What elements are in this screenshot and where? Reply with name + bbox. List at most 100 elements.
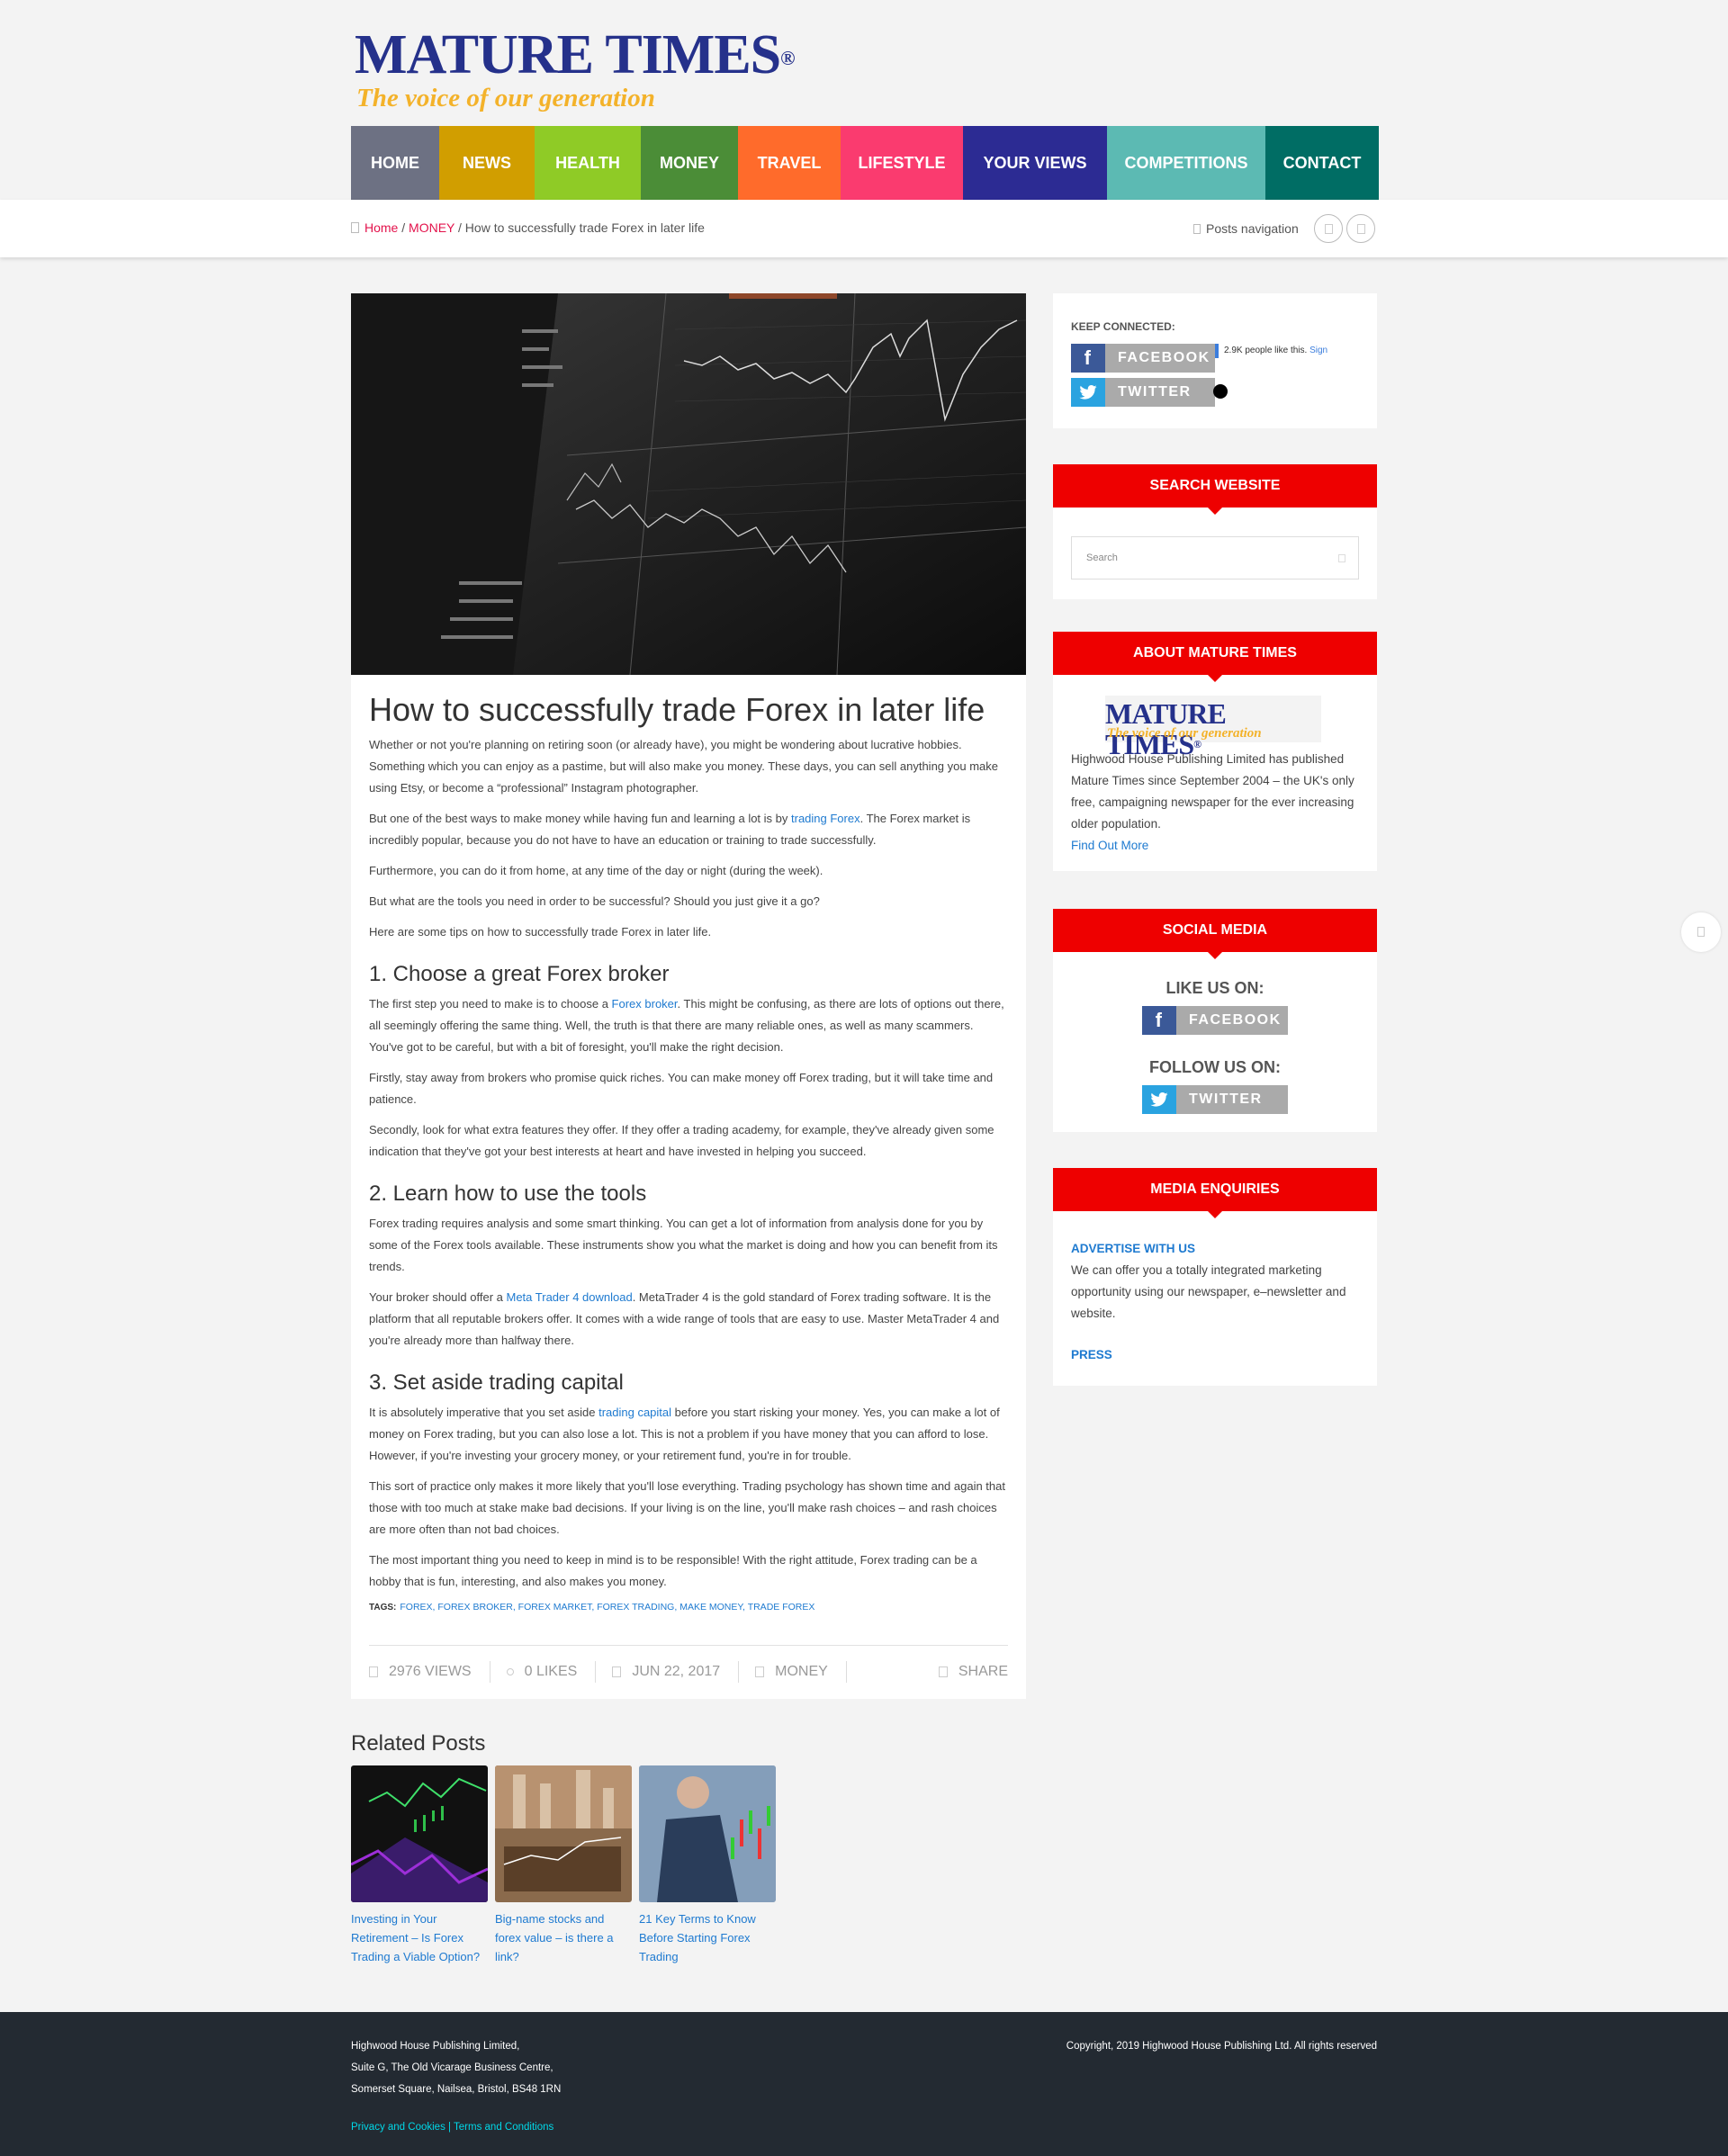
article-paragraph: Firstly, stay away from brokers who prom… — [369, 1071, 994, 1106]
facebook-like-bar — [1215, 344, 1219, 358]
media-enquiries-widget: MEDIA ENQUIRIES ADVERTISE WITH US We can… — [1053, 1168, 1377, 1386]
breadcrumb-separator: / — [401, 220, 406, 235]
find-out-more-link[interactable]: Find Out More — [1071, 839, 1148, 852]
facebook-connect-button[interactable]: f FACEBOOK — [1071, 344, 1215, 373]
related-post-thumbnail[interactable] — [495, 1765, 632, 1902]
calendar-icon — [612, 1666, 622, 1677]
trading-forex-link[interactable]: trading Forex — [791, 812, 860, 825]
tag-link[interactable]: FOREX TRADING — [597, 1602, 674, 1613]
search-input[interactable]: Search — [1071, 536, 1359, 579]
facebook-signup-link[interactable]: Sign — [1310, 346, 1328, 355]
terms-conditions-link[interactable]: Terms and Conditions — [454, 2122, 554, 2133]
advertise-with-us-link[interactable]: ADVERTISE WITH US — [1071, 1242, 1195, 1255]
media-enquiries-text: We can offer you a totally integrated ma… — [1071, 1263, 1346, 1320]
nav-health[interactable]: HEALTH — [535, 126, 641, 200]
forex-broker-link[interactable]: Forex broker — [612, 997, 678, 1011]
breadcrumb-home-link[interactable]: Home — [364, 220, 398, 235]
site-header: MATURE TIMES® The voice of our generatio… — [0, 0, 1728, 200]
twitter-follow-widget[interactable] — [1213, 384, 1228, 399]
previous-post-button[interactable] — [1314, 214, 1343, 243]
search-widget-title: SEARCH WEBSITE — [1053, 464, 1377, 515]
breadcrumb-bar: Home / MONEY / How to successfully trade… — [0, 200, 1728, 257]
floating-side-button[interactable] — [1681, 912, 1721, 952]
tag-link[interactable]: FOREX MARKET — [518, 1602, 592, 1613]
trading-capital-link[interactable]: trading capital — [598, 1406, 671, 1419]
article-title: How to successfully trade Forex in later… — [369, 691, 986, 728]
tag-link[interactable]: FOREX BROKER — [437, 1602, 512, 1613]
nav-home[interactable]: HOME — [351, 126, 439, 200]
posts-navigation-label: Posts navigation — [1206, 221, 1299, 236]
post-date: JUN 22, 2017 — [612, 1660, 740, 1683]
arrow-right-icon — [1357, 224, 1365, 234]
facebook-icon: f — [1142, 1006, 1176, 1035]
article-paragraph: Your broker should offer a Meta Trader 4… — [369, 1290, 1000, 1347]
article-paragraph: The most important thing you need to kee… — [369, 1553, 977, 1588]
related-post[interactable]: Big-name stocks and forex value – is the… — [495, 1765, 632, 1966]
related-post[interactable]: 21 Key Terms to Know Before Starting For… — [639, 1765, 776, 1966]
keep-connected-label: KEEP CONNECTED: — [1071, 320, 1175, 333]
related-post-title[interactable]: Investing in Your Retirement – Is Forex … — [351, 1909, 488, 1966]
menu-icon — [1697, 927, 1705, 937]
article-paragraph: This sort of practice only makes it more… — [369, 1479, 1005, 1536]
nav-competitions[interactable]: COMPETITIONS — [1107, 126, 1265, 200]
main-nav: HOME NEWS HEALTH MONEY TRAVEL LIFESTYLE YOUR V… — [351, 126, 1379, 200]
search-icon[interactable] — [1338, 554, 1346, 562]
eye-icon — [369, 1666, 378, 1677]
about-widget: ABOUT MATURE TIMES MATURE TIMES® The voi… — [1053, 632, 1377, 871]
heart-icon — [506, 1667, 514, 1675]
nav-news[interactable]: NEWS — [439, 126, 535, 200]
tag-link[interactable]: MAKE MONEY — [680, 1602, 742, 1613]
like-button[interactable]: 0 LIKES — [506, 1660, 597, 1683]
related-post-title[interactable]: Big-name stocks and forex value – is the… — [495, 1909, 632, 1966]
trader-thumbnail — [639, 1765, 776, 1902]
related-post-thumbnail[interactable] — [639, 1765, 776, 1902]
footer-copyright: Copyright, 2019 Highwood House Publishin… — [1066, 2041, 1377, 2052]
site-logo[interactable]: MATURE TIMES® The voice of our generatio… — [355, 24, 796, 112]
tag-link[interactable]: TRADE FOREX — [748, 1602, 815, 1613]
article-subheading: 2. Learn how to use the tools — [369, 1181, 647, 1206]
nav-your-views[interactable]: YOUR VIEWS — [963, 126, 1107, 200]
facebook-follow-button[interactable]: f FACEBOOK — [1142, 1006, 1288, 1035]
twitter-icon — [1071, 378, 1105, 407]
article: How to successfully trade Forex in later… — [351, 293, 1026, 1699]
follow-us-label: FOLLOW US ON: — [1149, 1058, 1281, 1076]
tag-link[interactable]: FOREX — [400, 1602, 432, 1613]
forex-chart-thumbnail — [351, 1765, 488, 1902]
nav-money[interactable]: MONEY — [641, 126, 738, 200]
facebook-like-count: 2.9K people like this. Sign — [1224, 346, 1328, 355]
facebook-icon: f — [1071, 344, 1105, 373]
share-icon — [938, 1666, 948, 1677]
breadcrumb-category-link[interactable]: MONEY — [409, 220, 454, 235]
keep-connected-widget: KEEP CONNECTED: f FACEBOOK 2.9K people l… — [1053, 293, 1377, 428]
logo-tagline: The voice of our generation — [356, 84, 655, 112]
search-widget: SEARCH WEBSITE Search — [1053, 464, 1377, 599]
related-post-thumbnail[interactable] — [351, 1765, 488, 1902]
nav-contact[interactable]: CONTACT — [1265, 126, 1379, 200]
site-footer: Highwood House Publishing Limited, Suite… — [0, 2012, 1728, 2156]
footer-links: Privacy and Cookies | Terms and Conditio… — [351, 2122, 554, 2133]
about-text: Highwood House Publishing Limited has pu… — [1071, 752, 1354, 852]
privacy-cookies-link[interactable]: Privacy and Cookies — [351, 2122, 446, 2133]
nav-lifestyle[interactable]: LIFESTYLE — [841, 126, 963, 200]
breadcrumb-current: How to successfully trade Forex in later… — [464, 220, 705, 235]
logo-registered-mark: ® — [780, 47, 795, 69]
twitter-follow-button[interactable]: TWITTER — [1142, 1085, 1288, 1114]
article-paragraph: Forex trading requires analysis and some… — [369, 1217, 998, 1273]
press-link[interactable]: PRESS — [1071, 1348, 1112, 1361]
next-post-button[interactable] — [1346, 214, 1375, 243]
twitter-connect-button[interactable]: TWITTER — [1071, 378, 1215, 407]
nav-travel[interactable]: TRAVEL — [738, 126, 841, 200]
share-button[interactable]: SHARE — [938, 1661, 1008, 1683]
logo-title: MATURE TIMES — [355, 24, 781, 85]
related-post[interactable]: Investing in Your Retirement – Is Forex … — [351, 1765, 488, 1966]
meta-trader-link[interactable]: Meta Trader 4 download — [507, 1290, 633, 1304]
article-paragraph: The first step you need to make is to ch… — [369, 997, 1004, 1054]
related-post-title[interactable]: 21 Key Terms to Know Before Starting For… — [639, 1909, 776, 1966]
views-count: 2976 VIEWS — [369, 1660, 490, 1683]
post-category[interactable]: MONEY — [755, 1660, 847, 1683]
about-widget-title: ABOUT MATURE TIMES — [1053, 632, 1377, 682]
twitter-icon — [1142, 1085, 1176, 1114]
tags-label: TAGS: — [369, 1603, 397, 1613]
article-subheading: 3. Set aside trading capital — [369, 1370, 624, 1395]
article-tags: TAGS: FOREX, FOREX BROKER, FOREX MARKET, … — [369, 1602, 815, 1613]
